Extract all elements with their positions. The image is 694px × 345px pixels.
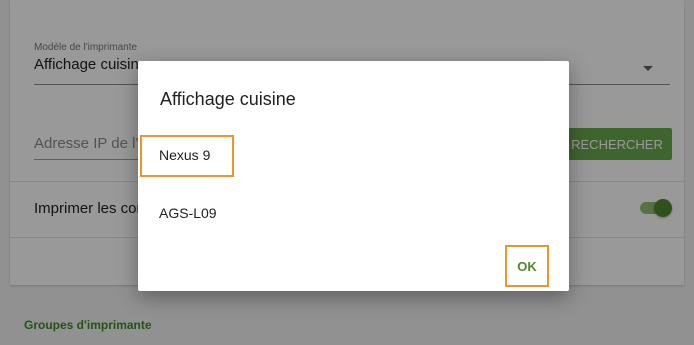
ok-button[interactable]: OK xyxy=(505,245,549,287)
option-ags-l09[interactable]: AGS-L09 xyxy=(138,193,569,233)
printer-select-dialog: Affichage cuisine Nexus 9 AGS-L09 OK xyxy=(138,61,569,291)
dialog-title: Affichage cuisine xyxy=(160,89,296,109)
selection-highlight xyxy=(140,135,234,177)
option-label: AGS-L09 xyxy=(159,205,217,221)
